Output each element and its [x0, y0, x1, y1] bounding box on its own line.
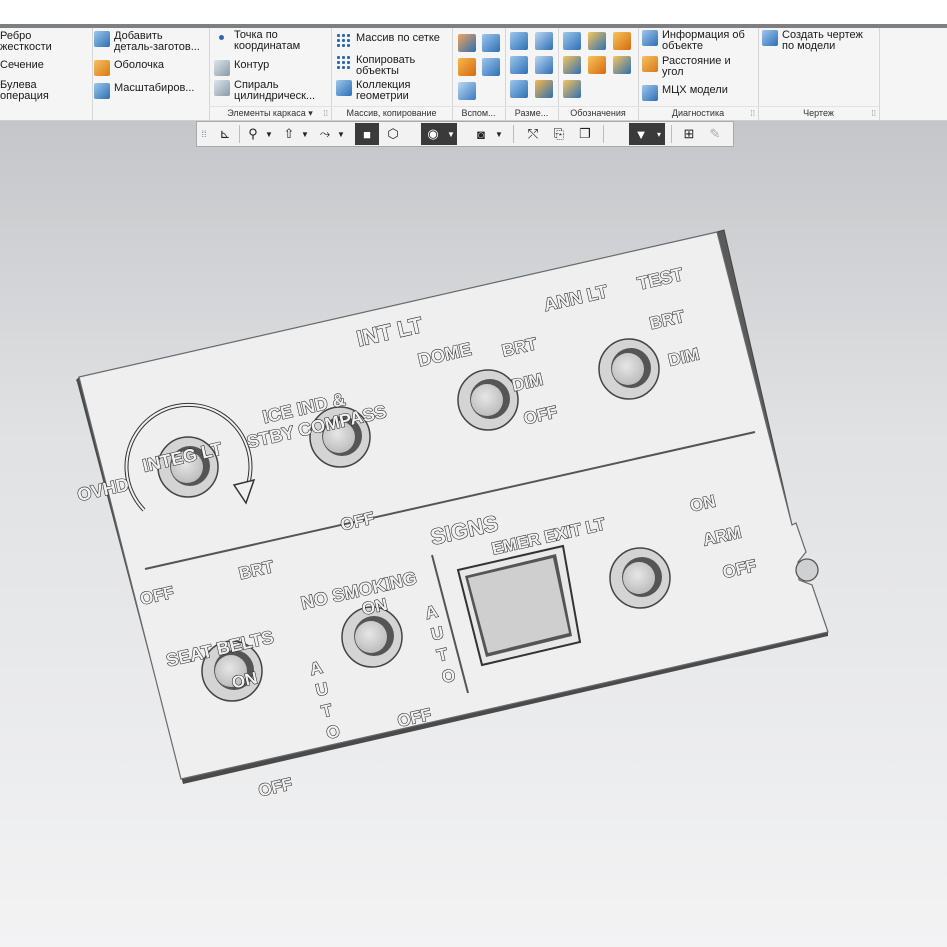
model-viewport[interactable]: INT LT OVHD INTEG LT ICE IND & STBY COMP… — [0, 0, 947, 947]
mount-notch — [795, 558, 819, 582]
knob-dome[interactable] — [457, 369, 519, 431]
knob-ann-lt[interactable] — [598, 338, 660, 400]
knob-emer-exit[interactable] — [609, 547, 671, 609]
label-off-seat: OFF — [257, 774, 294, 800]
